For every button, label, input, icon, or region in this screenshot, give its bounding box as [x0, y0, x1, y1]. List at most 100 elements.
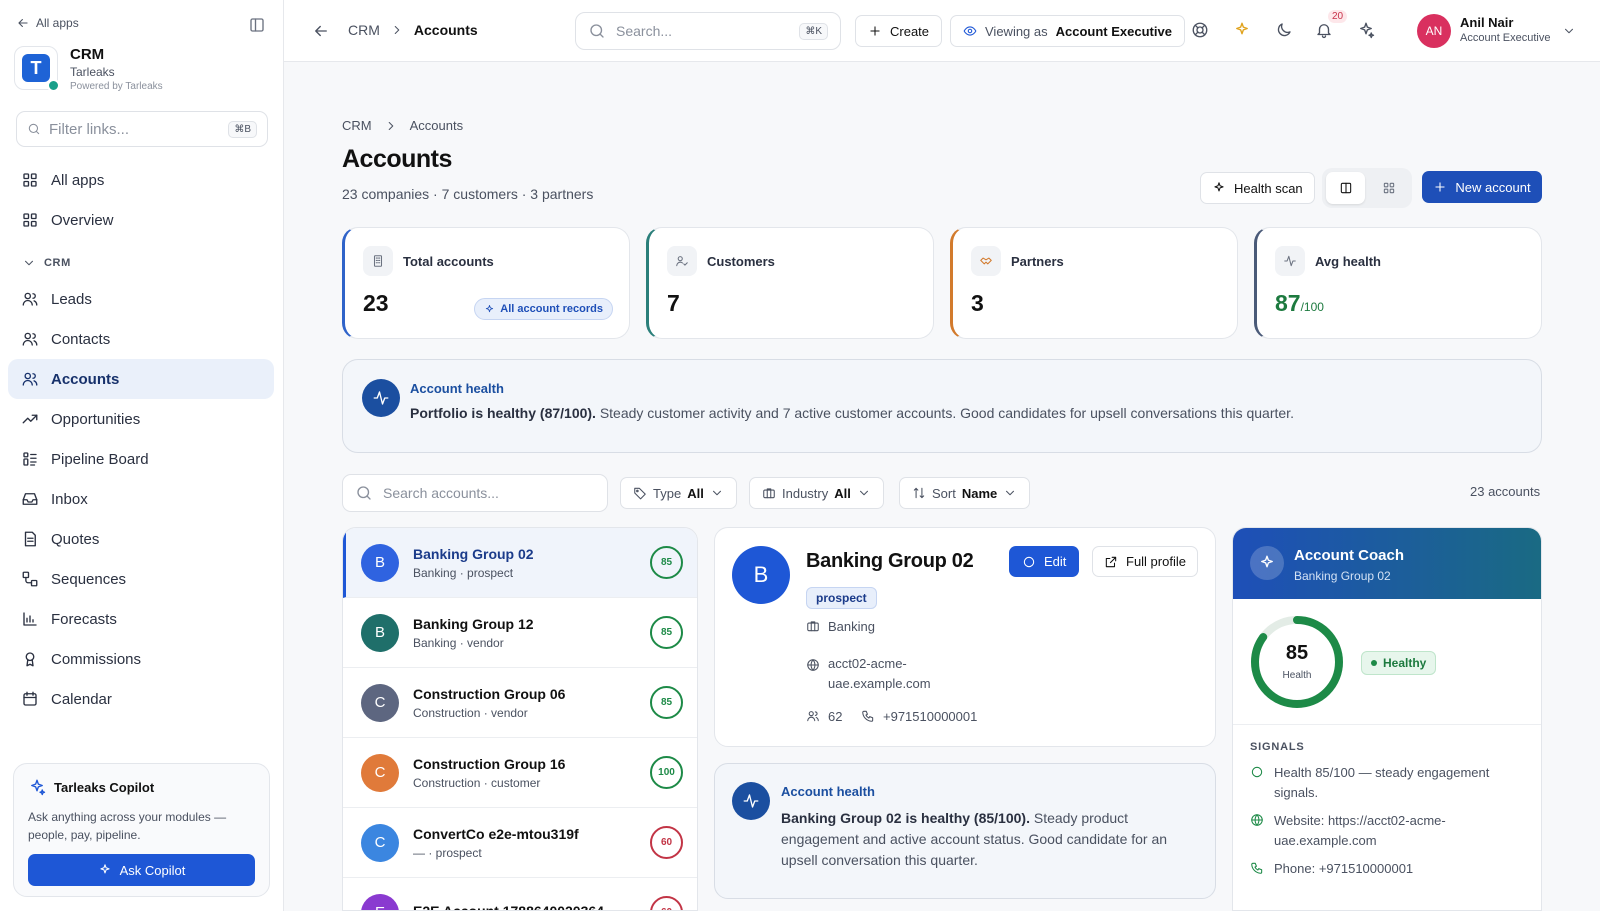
all-account-records-chip[interactable]: All account records — [474, 298, 613, 320]
sidebar-item-pipeline-board[interactable]: Pipeline Board — [8, 439, 274, 479]
stat-value: 7 — [667, 290, 680, 316]
search-accounts-input[interactable]: Search accounts... — [342, 474, 608, 512]
breadcrumb-crm[interactable]: CRM — [348, 22, 380, 38]
status-label: Healthy — [1383, 656, 1427, 670]
user-check-icon — [667, 246, 697, 276]
breadcrumb: CRM Accounts — [348, 22, 478, 38]
sidebar-item-calendar[interactable]: Calendar — [8, 679, 274, 719]
notification-count: 20 — [1328, 10, 1348, 23]
activity-icon — [732, 782, 770, 820]
chart-icon — [23, 612, 37, 626]
sidebar-item-label: Accounts — [51, 370, 120, 388]
chevron-down-icon — [1006, 490, 1015, 496]
sidebar-item-label: Quotes — [51, 530, 100, 548]
award-icon — [25, 652, 35, 667]
detail-website[interactable]: acct02-acme-uae.example.com — [806, 654, 938, 694]
search-accounts-placeholder: Search accounts... — [383, 485, 499, 501]
type-filter[interactable]: Type All — [620, 477, 737, 509]
list-item[interactable]: B Banking Group 02 Banking · prospect 85 — [343, 528, 697, 598]
list-item[interactable]: C ConvertCo e2e-mtou319f — · prospect 60 — [343, 808, 697, 878]
brand-powered: Powered by Tarleaks — [70, 81, 163, 92]
help-button[interactable] — [1191, 21, 1209, 39]
industry-filter[interactable]: Industry All — [749, 477, 884, 509]
sidebar-section-crm[interactable]: CRM — [22, 256, 71, 270]
sort-value: Name — [961, 485, 998, 501]
user-menu-toggle[interactable] — [1562, 24, 1576, 38]
theme-toggle[interactable] — [1275, 21, 1293, 39]
account-avatar: E — [361, 893, 399, 910]
sidebar-item-forecasts[interactable]: Forecasts — [8, 599, 274, 639]
sidebar-item-opportunities[interactable]: Opportunities — [8, 399, 274, 439]
sidebar-item-commissions[interactable]: Commissions — [8, 639, 274, 679]
sidebar-item-all-apps[interactable]: All apps — [8, 160, 274, 200]
grid-icon — [23, 173, 37, 187]
sidebar-item-overview[interactable]: Overview — [8, 200, 274, 240]
list-item[interactable]: E E2E Account 1788640020364 60 — [343, 878, 697, 910]
sidebar-item-inbox[interactable]: Inbox — [8, 479, 274, 519]
brand-name: CRM — [70, 46, 105, 63]
signal-text: Website: https://acct02-acme-uae.example… — [1274, 813, 1446, 848]
collapse-sidebar-button[interactable] — [248, 16, 266, 34]
sidebar-item-label: Opportunities — [51, 410, 141, 428]
sidebar-item-leads[interactable]: Leads — [8, 279, 274, 319]
sidebar-item-label: Overview — [51, 211, 114, 229]
detail-industry: Banking — [806, 619, 875, 634]
users-icon — [807, 711, 819, 722]
global-search-input[interactable]: Search... ⌘K — [575, 12, 841, 50]
copilot-card: Tarleaks Copilot Ask anything across you… — [13, 763, 270, 897]
coach-subtitle: Banking Group 02 — [1294, 569, 1391, 583]
back-button[interactable] — [312, 22, 330, 40]
sidebar-item-quotes[interactable]: Quotes — [8, 519, 274, 559]
new-account-button[interactable]: New account — [1422, 171, 1542, 203]
grid-view-button[interactable] — [1369, 172, 1408, 204]
list-item[interactable]: C Construction Group 06 Construction · ve… — [343, 668, 697, 738]
sidebar-item-contacts[interactable]: Contacts — [8, 319, 274, 359]
edit-button[interactable]: Edit — [1009, 546, 1080, 577]
user-role: Account Executive — [1460, 32, 1551, 44]
sidebar: All apps T CRM Tarleaks Powered by Tarle… — [0, 0, 284, 911]
list-item[interactable]: B Banking Group 12 Banking · vendor 85 — [343, 598, 697, 668]
account-name: Construction Group 06 — [413, 685, 566, 702]
filter-links-input[interactable]: Filter links... ⌘B — [16, 111, 268, 147]
search-icon — [357, 486, 371, 500]
stat-label: Total accounts — [403, 253, 494, 269]
account-type-tag: prospect — [806, 587, 877, 609]
assistant-button[interactable] — [1357, 21, 1375, 39]
phone-icon — [1251, 862, 1263, 874]
ask-copilot-label: Ask Copilot — [119, 862, 186, 878]
brand-org: Tarleaks — [70, 65, 115, 79]
page-breadcrumb-crm[interactable]: CRM — [342, 118, 372, 133]
viewing-as-button[interactable]: Viewing as Account Executive — [950, 15, 1185, 47]
sidebar-item-sequences[interactable]: Sequences — [8, 559, 274, 599]
panel-left-icon — [250, 18, 264, 32]
sort-filter[interactable]: Sort Name — [899, 477, 1031, 509]
list-item[interactable]: C Construction Group 16 Construction · cu… — [343, 738, 697, 808]
employees-value: 62 — [828, 709, 843, 724]
sidebar-item-label: Leads — [51, 290, 92, 308]
industry-value: Banking — [828, 619, 875, 634]
inbox-icon — [22, 493, 38, 505]
viewing-prefix: Viewing as — [985, 23, 1048, 39]
all-apps-link[interactable]: All apps — [16, 16, 79, 30]
new-account-label: New account — [1455, 179, 1531, 195]
detail-phone[interactable]: +971510000001 — [861, 709, 977, 724]
sparkles-icon — [1214, 182, 1224, 192]
user-menu[interactable]: Anil Nair Account Executive — [1460, 15, 1551, 44]
notifications-button[interactable] — [1315, 21, 1333, 39]
users-icon — [22, 372, 38, 386]
split-view-button[interactable] — [1326, 172, 1365, 204]
sidebar-item-accounts[interactable]: Accounts — [8, 359, 274, 399]
topbar: CRM Accounts Search... ⌘K Create Viewing… — [284, 0, 1600, 62]
health-score: 60 — [650, 896, 683, 910]
page-breadcrumb: CRM Accounts — [342, 118, 463, 133]
ai-button[interactable] — [1233, 21, 1251, 39]
chevron-right-icon — [394, 25, 400, 35]
health-scan-button[interactable]: Health scan — [1200, 172, 1315, 204]
banner-desc: Steady customer activity and 7 active cu… — [595, 405, 1294, 421]
full-profile-button[interactable]: Full profile — [1092, 546, 1198, 577]
ask-copilot-button[interactable]: Ask Copilot — [28, 854, 255, 886]
create-button[interactable]: Create — [855, 15, 943, 47]
page-title: Accounts — [342, 145, 452, 173]
avatar[interactable]: AN — [1417, 14, 1451, 48]
arrow-left-icon — [315, 25, 327, 37]
